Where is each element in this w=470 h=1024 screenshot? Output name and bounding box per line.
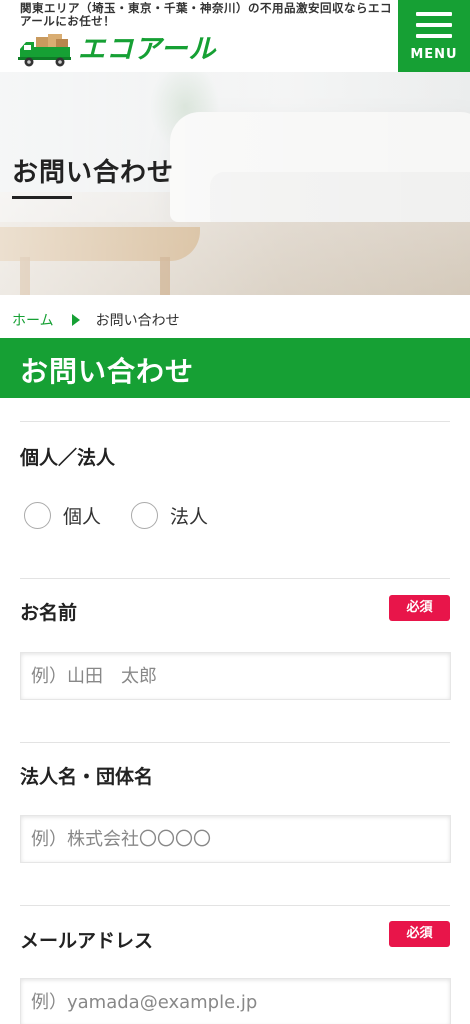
site-logo[interactable]: エコアール bbox=[18, 32, 216, 68]
email-field-label: メールアドレス bbox=[20, 930, 154, 952]
radio-label: 個人 bbox=[63, 506, 102, 528]
menu-button[interactable]: MENU bbox=[398, 0, 470, 72]
radio-button[interactable] bbox=[24, 502, 51, 529]
title-underline bbox=[12, 196, 72, 199]
type-radio-group: 個人 法人 bbox=[24, 502, 238, 529]
form-divider bbox=[20, 742, 450, 743]
name-field-label: お名前 bbox=[20, 602, 78, 624]
form-divider bbox=[20, 421, 450, 422]
form-divider bbox=[20, 578, 450, 579]
email-input[interactable] bbox=[20, 978, 451, 1024]
breadcrumb: ホーム お問い合わせ bbox=[12, 310, 180, 330]
radio-individual[interactable]: 個人 bbox=[24, 502, 101, 529]
company-field-label: 法人名・団体名 bbox=[20, 766, 154, 788]
truck-icon bbox=[18, 34, 71, 67]
breadcrumb-arrow-icon bbox=[71, 314, 80, 326]
hero-banner: お問い合わせ bbox=[0, 72, 470, 295]
breadcrumb-home-link[interactable]: ホーム bbox=[12, 310, 54, 330]
form-divider bbox=[20, 905, 450, 906]
logo-text: エコアール bbox=[78, 34, 217, 65]
menu-label: MENU bbox=[410, 47, 458, 62]
hamburger-icon bbox=[416, 12, 452, 45]
page-title: お問い合わせ bbox=[12, 158, 175, 188]
radio-label: 法人 bbox=[170, 506, 209, 528]
header-tagline: 関東エリア（埼玉・東京・千葉・神奈川）の不用品激安回収ならエコアールにお任せ！ bbox=[20, 1, 392, 28]
section-heading-bar: お問い合わせ bbox=[0, 338, 470, 398]
company-input[interactable] bbox=[20, 815, 451, 863]
type-field-label: 個人／法人 bbox=[20, 447, 116, 469]
radio-button[interactable] bbox=[131, 502, 159, 529]
breadcrumb-current: お問い合わせ bbox=[95, 313, 180, 329]
required-badge: 必須 bbox=[389, 921, 450, 947]
radio-corporation[interactable]: 法人 bbox=[131, 502, 208, 529]
section-title: お問い合わせ bbox=[20, 355, 195, 388]
name-input[interactable] bbox=[20, 652, 451, 700]
site-header: 関東エリア（埼玉・東京・千葉・神奈川）の不用品激安回収ならエコアールにお任せ！ … bbox=[0, 0, 470, 72]
required-badge: 必須 bbox=[389, 595, 450, 621]
